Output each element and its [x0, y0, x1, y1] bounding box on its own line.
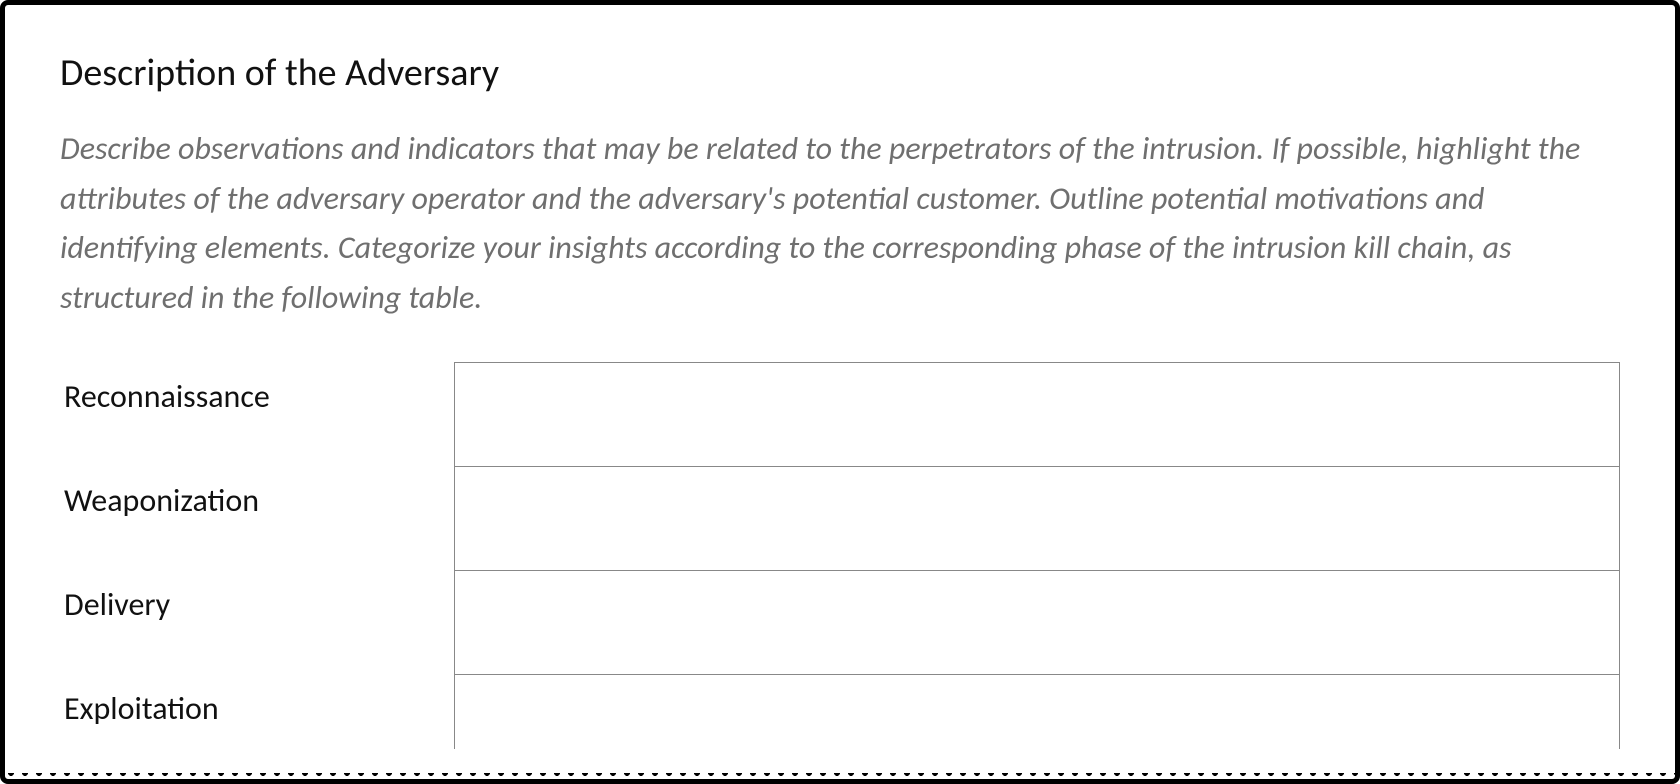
document-page: Description of the Adversary Describe ob… — [0, 0, 1680, 784]
phase-input-weaponization[interactable] — [455, 467, 1620, 571]
phase-input-reconnaissance[interactable] — [455, 363, 1620, 467]
table-row: Delivery — [60, 571, 1620, 675]
section-instructions: Describe observations and indicators tha… — [60, 124, 1620, 322]
document-content: Description of the Adversary Describe ob… — [5, 5, 1675, 749]
table-row: Weaponization — [60, 467, 1620, 571]
phase-label-exploitation: Exploitation — [60, 675, 455, 749]
phase-input-delivery[interactable] — [455, 571, 1620, 675]
table-row: Exploitation — [60, 675, 1620, 749]
phase-label-weaponization: Weaponization — [60, 467, 455, 571]
phase-label-delivery: Delivery — [60, 571, 455, 675]
section-title: Description of the Adversary — [60, 50, 1620, 96]
phase-label-reconnaissance: Reconnaissance — [60, 363, 455, 467]
table-row: Reconnaissance — [60, 363, 1620, 467]
kill-chain-table: Reconnaissance Weaponization Delivery Ex… — [60, 362, 1620, 749]
phase-input-exploitation[interactable] — [455, 675, 1620, 749]
